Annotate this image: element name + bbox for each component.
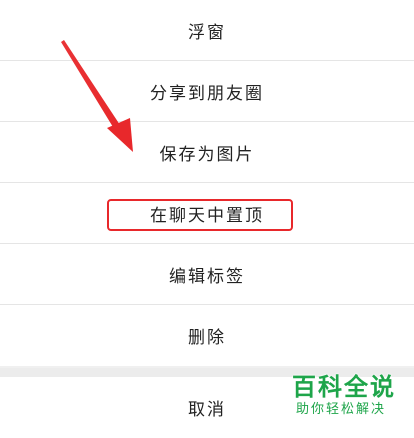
menu-item-label: 在聊天中置顶 — [150, 205, 264, 226]
menu-item-save-image[interactable]: 保存为图片 — [0, 122, 414, 183]
menu-item-edit-tags[interactable]: 编辑标签 — [0, 244, 414, 305]
menu-item-float-window[interactable]: 浮窗 — [0, 0, 414, 61]
menu-item-delete[interactable]: 删除 — [0, 305, 414, 366]
menu-item-label: 分享到朋友圈 — [150, 83, 264, 104]
cancel-button[interactable]: 取消 — [0, 377, 414, 438]
menu-item-label: 删除 — [188, 328, 226, 348]
menu-item-label: 保存为图片 — [159, 144, 255, 165]
menu-item-label: 浮窗 — [188, 22, 226, 43]
cancel-label: 取消 — [188, 400, 226, 420]
menu-item-label: 编辑标签 — [169, 266, 245, 287]
menu-item-pin-chat[interactable]: 在聊天中置顶 — [0, 183, 414, 244]
action-menu: 浮窗 分享到朋友圈 保存为图片 在聊天中置顶 编辑标签 删除 — [0, 0, 414, 366]
action-sheet: 浮窗 分享到朋友圈 保存为图片 在聊天中置顶 编辑标签 删除 取消 百科全说 助… — [0, 0, 414, 438]
menu-item-share-moments[interactable]: 分享到朋友圈 — [0, 61, 414, 122]
section-divider — [0, 368, 414, 377]
